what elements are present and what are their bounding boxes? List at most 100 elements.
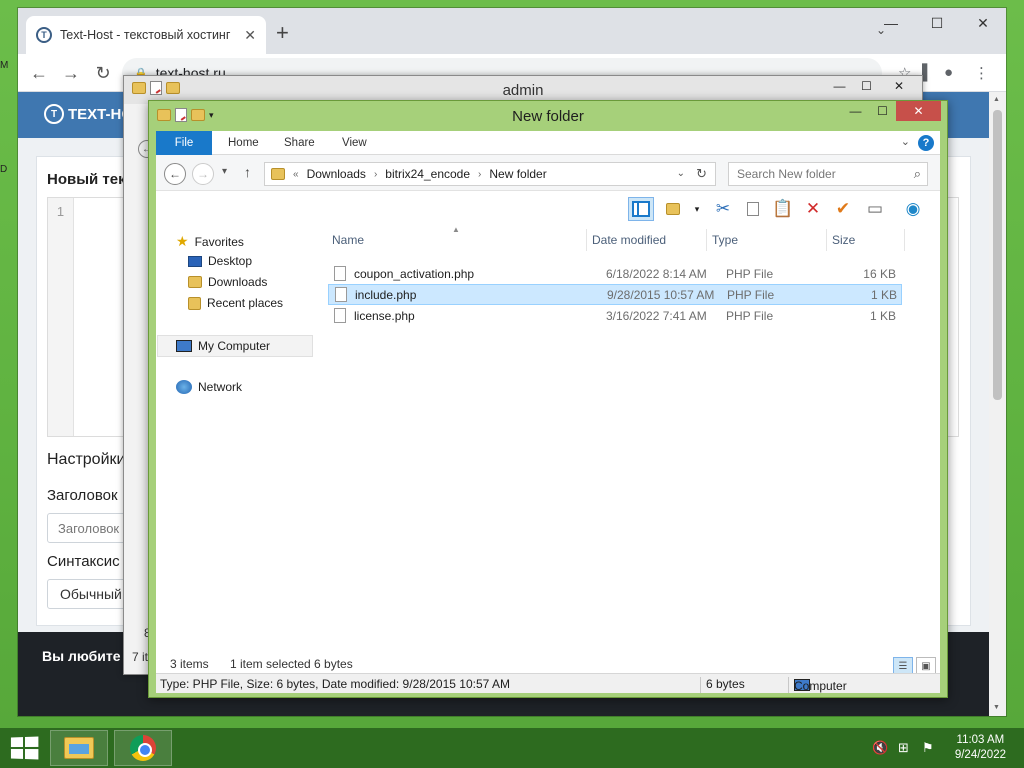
system-clock[interactable]: 11:03 AM 9/24/2022 (955, 733, 1006, 763)
network-status-icon[interactable]: ⊞ (898, 740, 909, 756)
rename-icon[interactable]: ▭ (862, 197, 888, 221)
back-arrow-icon[interactable]: ← (164, 163, 186, 185)
copy-icon[interactable] (740, 197, 766, 221)
nav-desktop[interactable]: Desktop (188, 254, 252, 268)
up-arrow-icon[interactable]: ↑ (244, 164, 251, 180)
table-row-selected[interactable]: include.php 9/28/2015 10:57 AM PHP File … (328, 284, 902, 305)
maximize-button[interactable]: ☐ (853, 76, 880, 96)
recent-locations-chevron-icon[interactable]: ▾ (222, 166, 227, 177)
network-globe-icon[interactable]: ◉ (900, 197, 926, 221)
help-icon[interactable]: ? (918, 135, 934, 151)
breadcrumb-new-folder[interactable]: New folder (489, 167, 546, 181)
paste-icon[interactable]: 📋 (770, 197, 796, 221)
column-header-date[interactable]: Date modified (592, 233, 666, 247)
desktop-icon-label: M (0, 60, 9, 71)
php-file-icon (335, 287, 347, 302)
new-tab-button[interactable]: + (276, 22, 289, 44)
side-panel-icon[interactable]: ▌ (922, 64, 933, 81)
downloads-folder-icon (188, 276, 202, 288)
search-input[interactable]: Search New folder ⌕ (728, 162, 928, 186)
maximize-button[interactable]: ☐ (914, 8, 960, 38)
cut-icon[interactable]: ✂ (710, 197, 736, 221)
column-divider[interactable] (586, 229, 587, 251)
search-placeholder: Search New folder (737, 167, 836, 181)
breadcrumb-downloads[interactable]: Downloads (307, 167, 366, 181)
forward-arrow-icon[interactable]: → (192, 163, 214, 185)
tab-strip: T Text-Host - текстовый хостинг ✕ + ⌄ — … (18, 8, 1006, 54)
close-button[interactable]: ✕ (880, 76, 918, 96)
details-divider (788, 677, 789, 693)
reload-icon[interactable]: ↻ (90, 60, 116, 86)
breadcrumb-separator-icon[interactable]: › (374, 169, 377, 180)
breadcrumb-overflow-icon[interactable]: « (293, 169, 299, 180)
profile-avatar-icon[interactable]: ● (944, 64, 953, 81)
file-size: 1 KB (870, 287, 897, 302)
nav-favorites[interactable]: ★ Favorites (176, 233, 244, 250)
forward-arrow-icon[interactable]: → (58, 60, 84, 86)
breadcrumb-bitrix24-encode[interactable]: bitrix24_encode (385, 167, 470, 181)
back-arrow-icon[interactable]: ← (26, 60, 52, 86)
ribbon-expand-chevron-icon[interactable]: ⌄ (901, 135, 910, 148)
file-name: coupon_activation.php (354, 266, 475, 281)
pane-icon (632, 201, 650, 217)
minimize-button[interactable]: — (868, 8, 914, 38)
folder-icon (271, 168, 285, 180)
scroll-thumb[interactable] (993, 110, 1002, 400)
taskbar: 🔇 ⊞ ⚑ 11:03 AM 9/24/2022 (0, 728, 1024, 768)
action-center-icon[interactable]: ⚑ (922, 740, 934, 756)
nav-label: My Computer (198, 339, 271, 353)
volume-muted-icon[interactable]: 🔇 (872, 740, 888, 756)
clock-time: 11:03 AM (956, 734, 1005, 746)
column-divider[interactable] (706, 229, 707, 251)
taskbar-explorer-button[interactable] (50, 730, 108, 766)
maximize-button[interactable]: ☐ (869, 101, 896, 121)
view-chevron-icon[interactable]: ▾ (684, 197, 710, 221)
column-header-size[interactable]: Size (832, 233, 855, 247)
close-button[interactable]: ✕ (960, 8, 1006, 38)
navigation-bar: ← → ▾ ↑ « Downloads › bitrix24_encode › … (156, 155, 940, 191)
view-icon (666, 203, 680, 215)
nav-downloads[interactable]: Downloads (188, 275, 267, 289)
address-bar[interactable]: « Downloads › bitrix24_encode › New fold… (264, 162, 716, 186)
browser-tab[interactable]: T Text-Host - текстовый хостинг ✕ (26, 16, 266, 54)
explorer-titlebar[interactable]: ▾ New folder — ☐ ✕ (149, 101, 947, 131)
nav-recent-places[interactable]: Recent places (188, 296, 283, 310)
explorer-window[interactable]: ▾ New folder — ☐ ✕ File Home Share View … (148, 100, 948, 698)
tab-view[interactable]: View (342, 131, 367, 155)
refresh-icon[interactable]: ↻ (696, 166, 707, 182)
windows-start-icon[interactable] (10, 736, 39, 760)
nav-label: Recent places (207, 296, 284, 310)
page-scrollbar[interactable]: ▲ ▼ (989, 92, 1006, 716)
minimize-button[interactable]: — (842, 101, 869, 121)
delete-icon[interactable]: ✕ (800, 197, 826, 221)
ribbon: File Home Share View ⌄ ? (156, 131, 940, 155)
tab-close-icon[interactable]: ✕ (244, 27, 256, 44)
minimize-button[interactable]: — (826, 76, 853, 96)
network-icon (176, 380, 192, 394)
close-button[interactable]: ✕ (896, 101, 941, 121)
sort-indicator-icon: ▲ (452, 225, 460, 234)
address-dropdown-icon[interactable]: ⌄ (677, 168, 685, 179)
taskbar-chrome-button[interactable] (114, 730, 172, 766)
file-type: PHP File (726, 308, 774, 323)
column-divider[interactable] (826, 229, 827, 251)
properties-check-icon[interactable]: ✔ (830, 197, 856, 221)
search-icon[interactable]: ⌕ (914, 166, 921, 182)
change-view-button[interactable] (660, 197, 686, 221)
status-items: 7 it (132, 650, 149, 664)
tab-share[interactable]: Share (284, 131, 315, 155)
column-header-type[interactable]: Type (712, 233, 738, 247)
breadcrumb-separator-icon[interactable]: › (478, 169, 481, 180)
column-header-name[interactable]: Name (332, 233, 364, 247)
column-divider[interactable] (904, 229, 905, 251)
tab-home[interactable]: Home (228, 131, 259, 155)
scroll-up-icon[interactable]: ▲ (993, 96, 1000, 103)
table-row[interactable]: license.php 3/16/2022 7:41 AM PHP File 1… (328, 305, 902, 326)
table-row[interactable]: coupon_activation.php 6/18/2022 8:14 AM … (328, 263, 902, 284)
tab-file[interactable]: File (156, 131, 212, 155)
navigation-pane-button[interactable] (628, 197, 654, 221)
scroll-down-icon[interactable]: ▼ (993, 704, 1000, 711)
nav-network[interactable]: Network (176, 380, 242, 394)
menu-kebab-icon[interactable]: ⋮ (974, 64, 989, 82)
nav-my-computer[interactable]: My Computer (157, 335, 313, 357)
